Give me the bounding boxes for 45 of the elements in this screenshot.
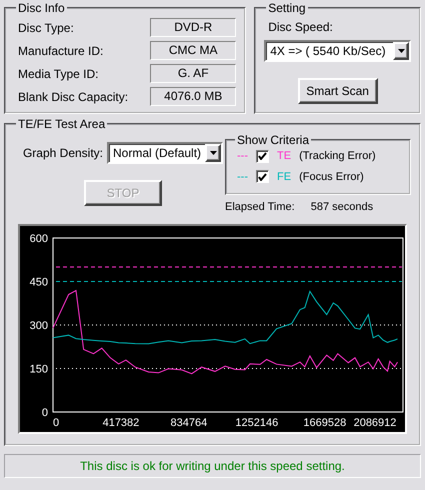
elapsed-label: Elapsed Time:: [225, 200, 295, 215]
series-code: TE: [277, 149, 292, 164]
x-tick-label: 2086912: [354, 416, 396, 428]
caret-icon: [398, 49, 404, 53]
field-label: Manufacture ID:: [18, 42, 104, 60]
field-label: Disc Speed:: [267, 19, 334, 36]
field-label: Disc Type:: [18, 20, 74, 36]
x-tick-label: 1669528: [303, 416, 346, 428]
readonly-field: DVD-R: [150, 18, 236, 37]
legend-line: ---: [237, 149, 248, 164]
x-tick-label: 417382: [102, 416, 140, 428]
y-tick-label: 150: [30, 363, 48, 375]
checkbox[interactable]: [256, 170, 269, 184]
group-title: Setting: [267, 2, 307, 14]
speed-dropdown[interactable]: 4X => ( 5540 Kb/Sec): [264, 40, 411, 62]
readonly-field: 4076.0 MB: [150, 87, 236, 106]
series-code: FE: [277, 170, 292, 184]
check-icon: [258, 172, 267, 181]
smart-scan-button[interactable]: Smart Scan: [298, 78, 378, 104]
x-tick-label: 834764: [170, 416, 208, 428]
dropdown-arrow-button[interactable]: [205, 144, 222, 162]
status-message: This disc is ok for writing under this speed setting.: [4, 454, 421, 478]
group-title: Show Criteria: [236, 134, 310, 146]
caret-icon: [210, 151, 217, 155]
x-tick-label: 1252146: [235, 416, 278, 428]
group-title: Disc Info: [17, 2, 66, 14]
check-icon: [258, 152, 267, 160]
legend-line: ---: [237, 170, 248, 184]
y-tick-label: 450: [30, 276, 48, 288]
elapsed-value: 587 seconds: [310, 200, 374, 215]
dropdown-arrow-button[interactable]: [393, 42, 409, 60]
series-description: (Tracking Error): [299, 149, 376, 164]
x-tick-label: 0: [53, 416, 60, 428]
y-tick-label: 300: [30, 320, 48, 332]
density-dropdown[interactable]: Normal (Default): [107, 142, 224, 164]
readonly-field: CMC MA: [150, 41, 236, 60]
y-tick-label: 600: [30, 232, 48, 244]
checkbox[interactable]: [256, 150, 269, 163]
series-description: (Focus Error): [299, 170, 364, 184]
field-label: Blank Disc Capacity:: [18, 88, 128, 106]
y-tick-label: 0: [42, 406, 48, 418]
field-label: Media Type ID:: [18, 66, 98, 82]
field-label: Graph Density:: [22, 145, 104, 162]
group-title: TE/FE Test Area: [17, 118, 106, 130]
readonly-field: G. AF: [150, 64, 236, 83]
